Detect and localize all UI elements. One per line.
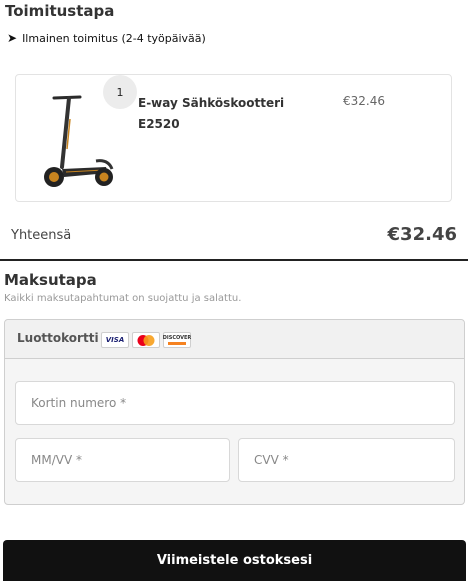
shipping-option[interactable]: ➤ Ilmainen toimitus (2-4 työpäivää) (7, 31, 206, 45)
item-price: €32.46 (343, 94, 385, 108)
total-label: Yhteensä (11, 228, 72, 243)
item-name: E-way Sähköskootteri E2520 (138, 96, 285, 131)
shipping-option-label: Ilmainen toimitus (2-4 työpäivää) (22, 31, 206, 45)
quantity-badge: 1 (103, 75, 137, 109)
cart-item-card: 1 E-way Sähköskootteri E2520 €32.46 (15, 74, 452, 202)
section-divider (0, 259, 468, 261)
payment-title: Maksutapa (4, 271, 97, 289)
discover-icon: DISCOVER (163, 332, 191, 348)
card-number-input[interactable]: Kortin numero * (15, 381, 455, 425)
card-brand-logos: VISA DISCOVER (101, 332, 191, 348)
shipping-title: Toimitustapa (5, 2, 115, 20)
visa-icon: VISA (101, 332, 129, 348)
payment-description: Kaikki maksutapahtumat on suojattu ja sa… (4, 293, 242, 304)
cvv-input[interactable]: CVV * (238, 438, 455, 482)
payment-method-label: Luottokortti (17, 331, 99, 345)
discover-label: DISCOVER (162, 334, 192, 341)
electric-scooter-icon (44, 95, 114, 187)
discover-bar (168, 341, 186, 345)
complete-purchase-button[interactable]: Viimeistele ostoksesi (3, 540, 466, 581)
payment-method-header[interactable]: Luottokortti VISA DISCOVER (5, 320, 464, 359)
mastercard-icon (132, 332, 160, 348)
expiry-date-input[interactable]: MM/VV * (15, 438, 230, 482)
total-value: €32.46 (387, 224, 457, 245)
credit-card-panel: Luottokortti VISA DISCOVER Kortin numero… (4, 319, 465, 505)
arrow-right-icon: ➤ (7, 31, 18, 45)
